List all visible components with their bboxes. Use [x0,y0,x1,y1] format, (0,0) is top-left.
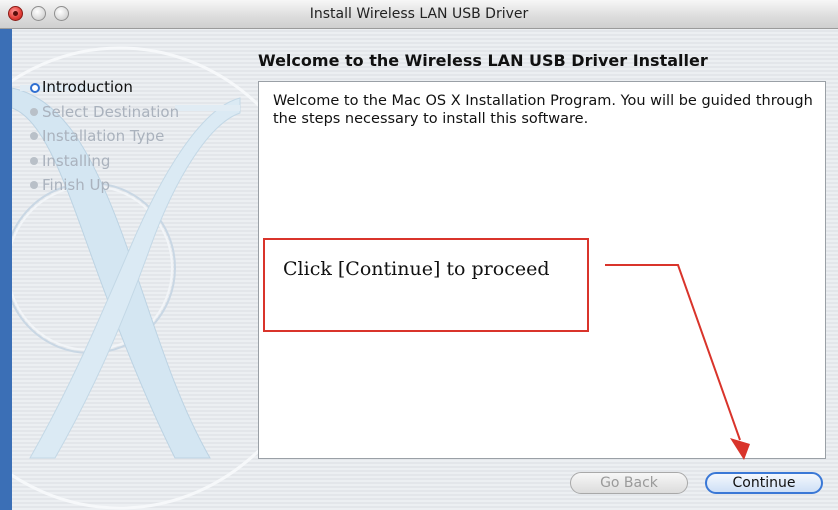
step-label: Finish Up [42,176,110,194]
step-label: Introduction [42,78,133,96]
title-bar[interactable]: Install Wireless LAN USB Driver [0,0,838,29]
step-bullet-icon [30,107,38,116]
step-label: Select Destination [42,102,180,121]
step-bullet-icon [30,156,38,165]
window-title: Install Wireless LAN USB Driver [309,6,529,22]
step-installation-type: Installation Type [30,127,179,152]
step-current-bullet-icon [30,83,40,93]
page-heading: Welcome to the Wireless LAN USB Driver I… [258,51,708,70]
callout-text: Click [Continue] to proceed [283,258,550,280]
welcome-text: Welcome to the Mac OS X Installation Pro… [273,93,813,127]
installer-window: Install Wireless LAN USB Driver Introduc… [0,0,838,510]
go-back-button[interactable]: Go Back [570,472,688,494]
step-bullet-icon [30,132,38,140]
continue-button[interactable]: Continue [705,472,823,494]
step-bullet-icon [30,181,38,189]
window-left-edge [0,28,12,510]
step-label: Installation Type [42,127,165,145]
step-introduction: Introduction [30,78,179,103]
installer-steps: Introduction Select Destination Installa… [30,78,179,201]
step-select-destination: Select Destination [30,103,179,128]
step-installing: Installing [30,152,179,177]
instruction-callout: Click [Continue] to proceed [263,238,589,332]
step-finish-up: Finish Up [30,176,179,201]
step-label: Installing [42,151,111,170]
